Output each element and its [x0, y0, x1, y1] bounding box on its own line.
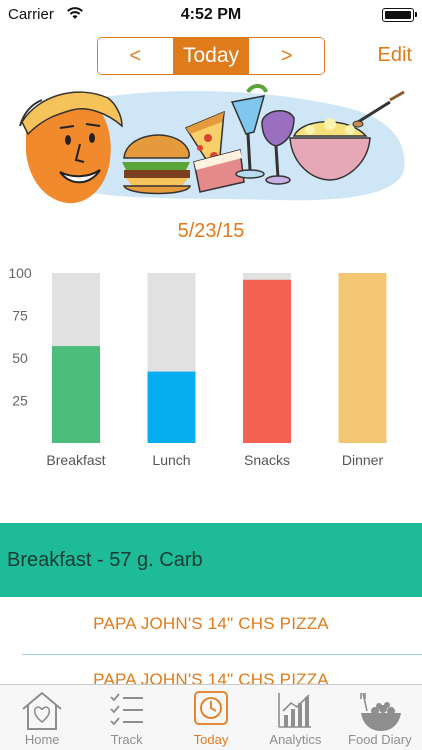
- bar-chart-icon: [278, 693, 312, 728]
- carb-bar-chart: 100 75 50 25 Breakfast Lunch Snacks Dinner: [8, 265, 387, 468]
- status-bar: Carrier 4:52 PM: [0, 0, 422, 30]
- tab-track[interactable]: Track: [84, 685, 168, 750]
- food-item[interactable]: PAPA JOHN'S 14" CHS PIZZA: [0, 614, 422, 634]
- selected-date: 5/23/15: [177, 220, 245, 242]
- y-tick-label: 75: [12, 308, 28, 324]
- tab-bar: Home Track Today Analytics Food Diary: [0, 684, 422, 750]
- tab-home[interactable]: Home: [0, 685, 84, 750]
- x-category-label: Breakfast: [46, 452, 105, 468]
- clock-icon: [194, 691, 228, 725]
- checklist-icon: [109, 693, 143, 726]
- tab-label: Home: [24, 732, 60, 747]
- food-illustration: [19, 84, 405, 204]
- meal-section-header[interactable]: Breakfast - 57 g. Carb: [0, 523, 422, 597]
- tab-label: Today: [193, 732, 229, 747]
- tab-food-diary[interactable]: Food Diary: [338, 685, 422, 750]
- y-tick-label: 100: [8, 265, 32, 281]
- edit-button[interactable]: Edit: [378, 44, 412, 67]
- day-navigator: < Today >: [97, 37, 325, 75]
- y-tick-label: 50: [12, 350, 28, 366]
- tab-label: Food Diary: [348, 732, 412, 747]
- clock-time: 4:52 PM: [180, 6, 242, 23]
- bar-breakfast[interactable]: [52, 346, 100, 443]
- tab-label: Analytics: [269, 732, 322, 747]
- row-divider: [22, 654, 422, 655]
- x-category-label: Snacks: [244, 452, 290, 468]
- next-day-button[interactable]: >: [248, 38, 324, 74]
- tab-label: Track: [110, 732, 143, 747]
- today-button[interactable]: Today: [172, 38, 249, 74]
- bar-dinner[interactable]: [338, 273, 387, 443]
- previous-day-button[interactable]: <: [98, 38, 173, 74]
- tab-today[interactable]: Today: [169, 685, 253, 750]
- bar-lunch[interactable]: [147, 371, 196, 443]
- x-category-label: Lunch: [152, 452, 190, 468]
- bar-snacks[interactable]: [243, 279, 291, 443]
- food-bowl-icon: [360, 692, 401, 731]
- house-heart-icon: [22, 691, 62, 730]
- battery-icon: [382, 8, 417, 22]
- x-category-label: Dinner: [342, 452, 384, 468]
- tab-analytics[interactable]: Analytics: [253, 685, 337, 750]
- y-tick-label: 25: [12, 393, 28, 409]
